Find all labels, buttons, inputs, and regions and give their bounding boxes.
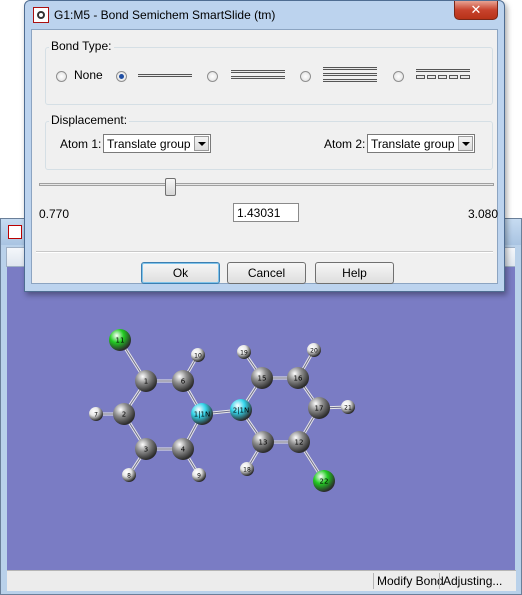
atom-label-11: 11 [116, 337, 125, 345]
smartslide-dialog: G1:M5 - Bond Semichem SmartSlide (tm) ✕ … [24, 0, 505, 292]
atom-label-17: 17 [315, 405, 324, 413]
atom-label-2N: 2|1N [233, 407, 250, 415]
bond-length-input[interactable]: 1.43031 [233, 203, 299, 222]
cancel-button[interactable]: Cancel [227, 262, 306, 284]
slider-min-label: 0.770 [39, 207, 70, 221]
atom2-label: Atom 2: [324, 137, 366, 151]
chevron-down-icon[interactable] [458, 136, 473, 151]
chevron-down-icon[interactable] [194, 136, 209, 151]
triple-bond-icon-line [323, 73, 377, 76]
aromatic-dash [438, 75, 447, 79]
atom-label-15: 15 [258, 375, 267, 383]
bond-none-radio[interactable] [56, 71, 67, 82]
molecule-canvas[interactable]: 123 4678 910111|1N 2|1N121315 16171819 202122 [7, 267, 516, 589]
bond-triple-radio[interactable] [300, 71, 311, 82]
atom1-select[interactable]: Translate group [103, 134, 211, 153]
close-icon: ✕ [470, 2, 482, 17]
atom-label-4: 4 [181, 446, 186, 454]
atom-label-1: 1 [144, 378, 148, 386]
atom-label-3: 3 [144, 446, 148, 454]
atom2-value: Translate group [371, 137, 455, 151]
dialog-client: Bond Type: None Displacement: Atom 1: Tr… [31, 29, 498, 284]
aromatic-bond-icon [416, 69, 470, 72]
aromatic-dash [427, 75, 436, 79]
atom-label-10: 10 [194, 353, 202, 360]
triple-bond-icon [323, 67, 377, 70]
app-icon [8, 225, 22, 239]
status-mode: Modify Bond [373, 573, 447, 589]
displacement-label: Displacement: [49, 113, 130, 127]
atom-label-21: 21 [344, 405, 352, 412]
atom-label-20: 20 [310, 348, 318, 355]
bond-length-slider-thumb[interactable] [165, 178, 176, 196]
triple-bond-icon-line [323, 79, 377, 82]
atom1-value: Translate group [107, 137, 191, 151]
atom-label-18: 18 [243, 467, 251, 474]
atom-label-19: 19 [240, 350, 248, 357]
atom-label-16: 16 [294, 375, 303, 383]
ok-button[interactable]: Ok [141, 262, 220, 284]
molecule-viewport[interactable]: 1 2 3 4 6 7 8 9 10 11 1|1N 2|1N 12 13 15 16 17 18 19 20 21 22 [7, 267, 516, 589]
dialog-separator [36, 251, 493, 253]
bond-single-radio[interactable] [116, 71, 127, 82]
bond-type-label: Bond Type: [49, 39, 114, 53]
atom-label-13: 13 [259, 439, 268, 447]
aromatic-dash [449, 75, 458, 79]
status-state: Adjusting... [439, 573, 505, 589]
bond-length-slider-track[interactable] [39, 183, 494, 186]
atom-label-9: 9 [197, 473, 201, 480]
slider-max-label: 3.080 [468, 207, 499, 221]
aromatic-dash [460, 75, 470, 79]
double-bond-icon [231, 70, 285, 73]
double-bond-icon-line [231, 76, 285, 79]
atom2-select[interactable]: Translate group [367, 134, 475, 153]
atom-label-8: 8 [127, 473, 131, 480]
bond-none-label: None [74, 68, 103, 82]
atom-label-1N: 1|1N [194, 411, 211, 419]
help-button[interactable]: Help [315, 262, 394, 284]
atom-label-7: 7 [94, 412, 98, 419]
atom-label-22: 22 [320, 478, 329, 486]
bond-aromatic-radio[interactable] [393, 71, 404, 82]
dialog-title: G1:M5 - Bond Semichem SmartSlide (tm) [54, 8, 276, 22]
bond-double-radio[interactable] [207, 71, 218, 82]
atom-label-6: 6 [181, 378, 186, 386]
atom1-label: Atom 1: [60, 137, 102, 151]
dialog-app-icon [33, 7, 49, 23]
aromatic-dash [416, 75, 425, 79]
single-bond-icon [138, 74, 192, 77]
atom-label-12: 12 [295, 439, 304, 447]
atom-label-2: 2 [122, 411, 126, 419]
close-button[interactable]: ✕ [454, 1, 498, 20]
window-right-border [515, 247, 521, 594]
status-bar: Modify Bond Adjusting... [7, 570, 516, 591]
